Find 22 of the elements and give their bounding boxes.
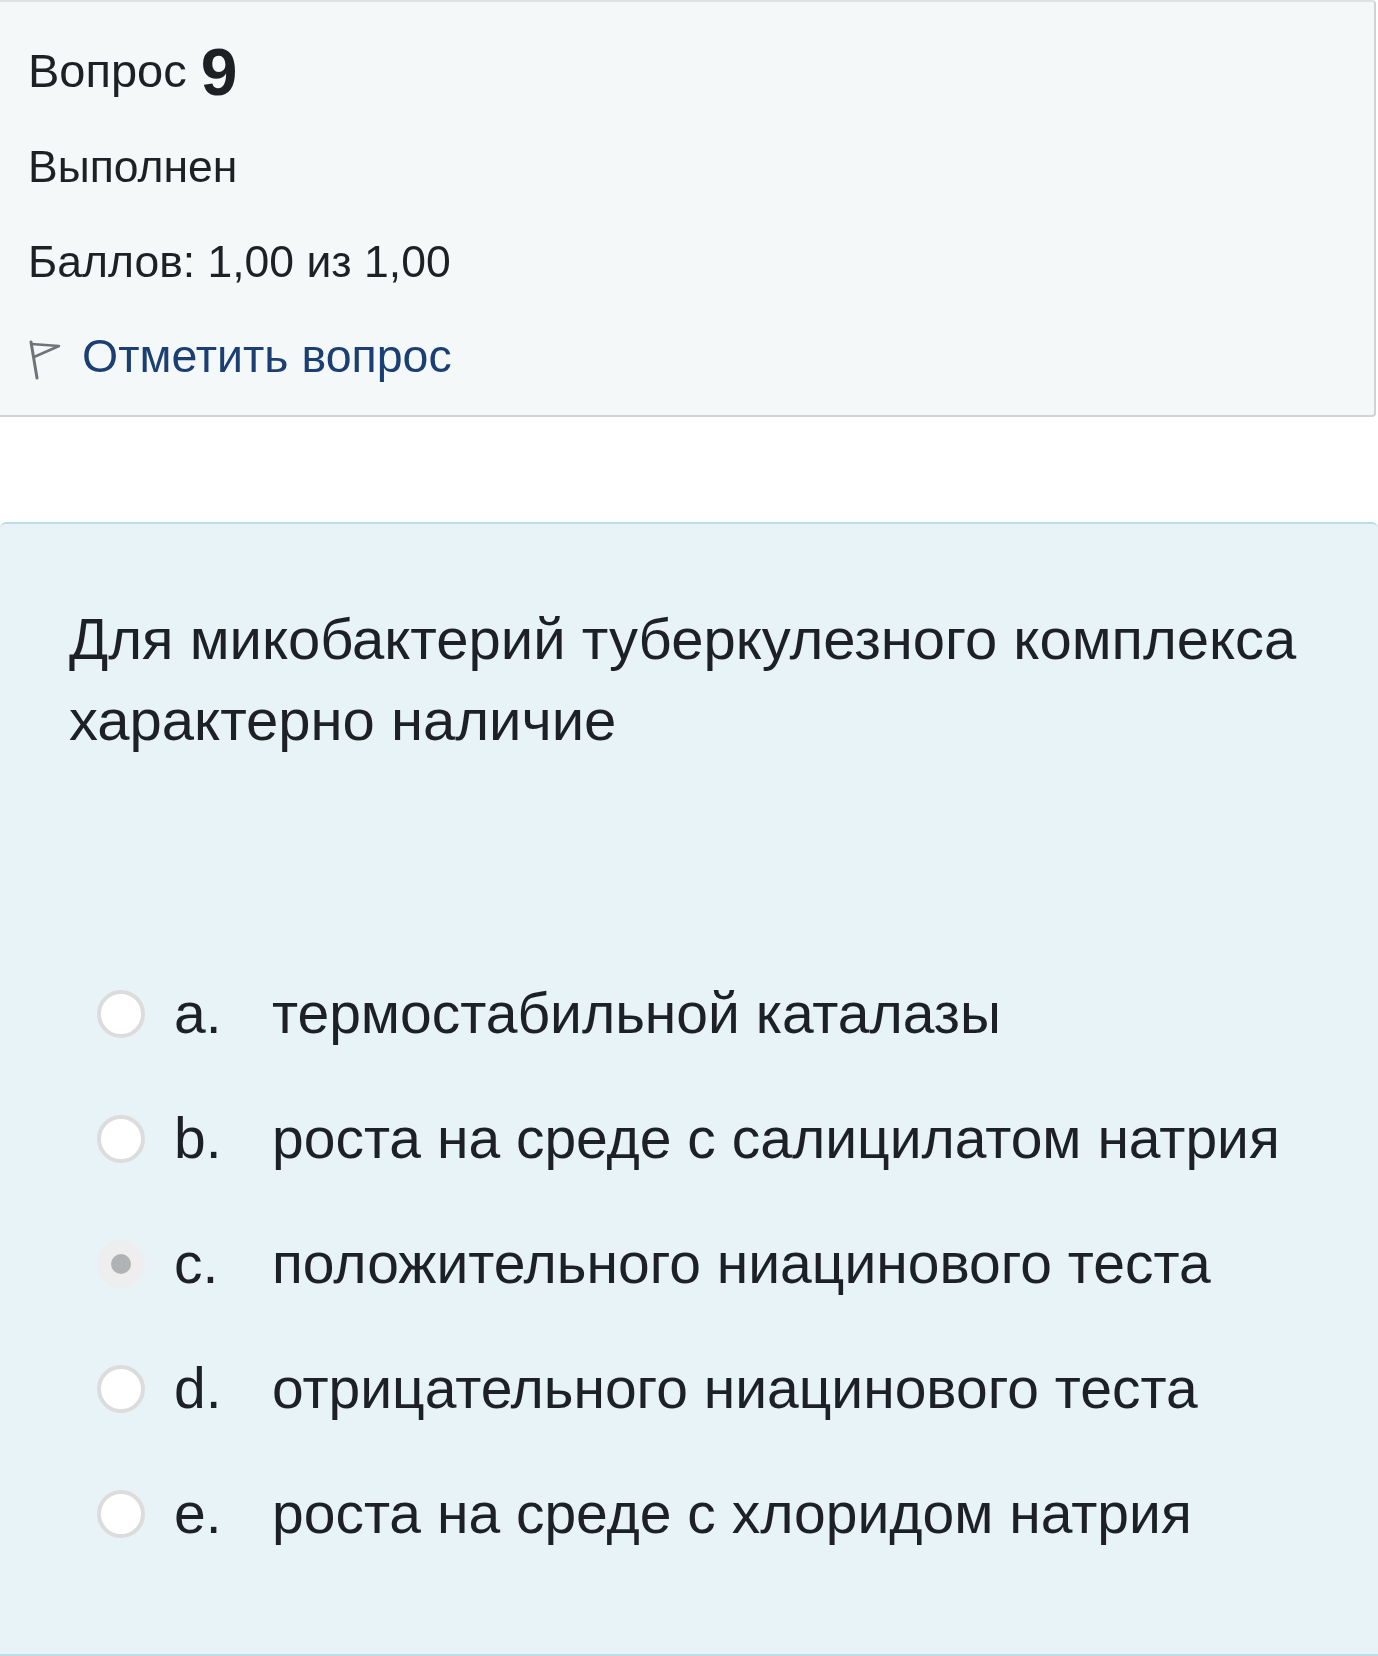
option-text[interactable]: отрицательного ниацинового теста <box>272 1354 1198 1423</box>
radio-button[interactable] <box>97 1364 145 1413</box>
question-number: 9 <box>200 38 238 105</box>
question-label: Вопрос <box>28 43 187 100</box>
option-letter: d. <box>174 1355 223 1423</box>
question-status: Выполнен <box>28 140 238 193</box>
radio-button[interactable] <box>97 1114 145 1163</box>
option-letter: c. <box>174 1230 220 1298</box>
option-text[interactable]: термостабильной каталазы <box>272 979 1001 1048</box>
option-letter: a. <box>174 980 223 1048</box>
option-text[interactable]: положительного ниацинового теста <box>272 1229 1211 1298</box>
option-text[interactable]: роста на среде с хлоридом натрия <box>272 1479 1192 1548</box>
option-letter: e. <box>174 1480 223 1548</box>
flag-question-link[interactable]: Отметить вопрос <box>82 328 452 385</box>
radio-button[interactable] <box>97 1489 145 1538</box>
question-text: Для микобактерий туберкулезного комплекса характерно наличие <box>69 605 1298 754</box>
radio-button[interactable] <box>97 989 145 1038</box>
radio-button[interactable] <box>97 1239 145 1288</box>
question-grade: Баллов: 1,00 из 1,00 <box>28 235 451 288</box>
flag-icon[interactable] <box>28 339 62 380</box>
option-letter: b. <box>174 1105 223 1173</box>
option-text[interactable]: роста на среде с салицилатом натрия <box>272 1104 1280 1173</box>
